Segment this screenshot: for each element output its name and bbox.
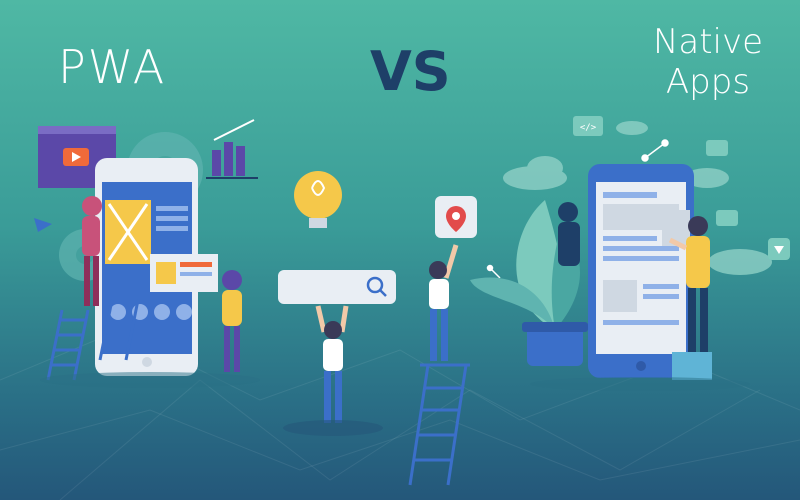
location-pin-icon — [435, 196, 477, 238]
native-phone — [588, 164, 694, 378]
ladder-center — [408, 363, 470, 486]
box — [672, 352, 712, 380]
person-on-ladder — [429, 244, 459, 361]
person-holding-search — [315, 305, 349, 423]
ui-card — [150, 254, 218, 292]
paper-plane-icon — [34, 218, 52, 232]
person-pink — [82, 196, 102, 306]
search-bar — [278, 270, 396, 304]
person-navy — [558, 202, 580, 266]
lightbulb-icon — [294, 171, 342, 228]
bar-chart-icon — [206, 119, 258, 179]
illustration: </> — [0, 116, 800, 500]
svg-text:</>: </> — [580, 123, 597, 133]
diamond-icon — [768, 238, 790, 260]
person-purple — [222, 270, 242, 372]
